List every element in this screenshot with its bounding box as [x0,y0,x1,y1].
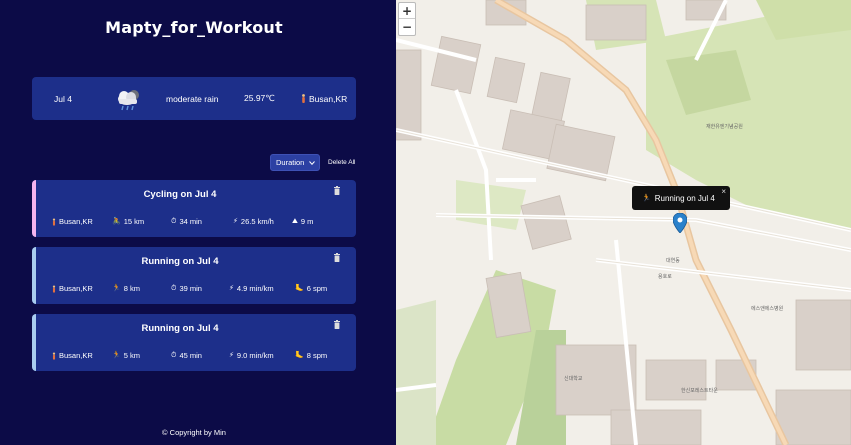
weather-card: Jul 4 moderate rain 25.97℃ Busan,KR [32,77,356,120]
workout-card[interactable]: Running on Jul 4 Busan,KR 🏃 5 km ⏱ 45 mi… [32,314,356,371]
stat-location-value: Busan,KR [59,284,93,293]
stat-cadence: 🦶 6 spm [295,284,327,293]
app-title: Mapty_for_Workout [105,18,283,37]
footprint-icon: 🦶 [295,352,304,359]
popup-text: Running on Jul 4 [654,193,715,203]
map-label-apartment: 한신포레스트타운 [681,387,718,394]
trash-icon[interactable] [333,186,341,195]
footprint-icon: 🦶 [295,285,304,292]
stat-pace-value: 9.0 min/km [236,351,274,360]
runner-icon: 🏃 [112,285,121,292]
stat-location: Busan,KR [52,284,93,293]
runner-icon: 🏃 [642,195,651,202]
workout-title: Cycling on Jul 4 [143,189,217,200]
sort-select[interactable]: Duration [270,154,320,171]
stat-distance: 🏃 8 km [112,284,140,293]
sort-select-value: Duration [276,158,305,167]
weather-date: Jul 4 [54,93,72,104]
person-icon [52,351,56,360]
workout-popup: 🏃 Running on Jul 4 × [632,186,730,210]
workout-title: Running on Jul 4 [141,256,219,267]
map-label-hospital: 에스앤에스병원 [751,305,784,312]
workout-stats: Busan,KR 🚴 15 km ⏱ 34 min ⚡ 26.5 km/h ⛰ … [52,217,352,229]
workout-card[interactable]: Cycling on Jul 4 Busan,KR 🚴 15 km ⏱ 34 m… [32,180,356,237]
stat-duration: ⏱ 39 min [171,284,202,293]
map-label-yongho: 용호로 [658,274,672,280]
stat-elevation: ⛰ 9 m [292,217,313,226]
map-tiles[interactable]: 재한유엔기념공원 대연동 용호로 에스앤에스병원 신대학교 한신포레스트타운 [396,0,851,445]
stat-distance: 🏃 5 km [112,351,140,360]
trash-icon[interactable] [333,320,341,329]
weather-temperature: 25.97℃ [244,93,275,103]
stat-distance-value: 5 km [123,351,140,360]
stopwatch-icon: ⏱ [171,352,177,359]
weather-location-text: Busan,KR [309,93,348,104]
stat-pace: ⚡ 9.0 min/km [229,351,274,360]
rain-cloud-icon [118,90,139,111]
runner-icon: 🏃 [112,352,121,359]
stat-pace-value: 4.9 min/km [236,284,274,293]
stat-duration-value: 45 min [179,351,202,360]
sidebar: Mapty_for_Workout Jul 4 moderate rain 25… [0,0,396,445]
stopwatch-icon: ⏱ [171,285,177,292]
stat-elevation-value: 9 m [300,217,314,226]
workout-stats: Busan,KR 🏃 8 km ⏱ 39 min ⚡ 4.9 min/km 🦶 … [52,284,352,296]
popup-close-button[interactable]: × [721,187,726,196]
delete-all-button[interactable]: Delete All [328,159,355,166]
chevron-down-icon [309,160,315,165]
workout-stats: Busan,KR 🏃 5 km ⏱ 45 min ⚡ 9.0 min/km 🦶 … [52,351,352,363]
stat-distance: 🚴 15 km [112,217,144,226]
workout-title: Running on Jul 4 [141,323,219,334]
stat-cadence: 🦶 8 spm [295,351,327,360]
footer-copyright: © Copyright by Min [162,428,226,437]
stat-location-value: Busan,KR [59,217,93,226]
mountain-icon: ⛰ [292,218,298,225]
stopwatch-icon: ⏱ [171,218,177,225]
person-icon [52,284,56,293]
stat-duration: ⏱ 34 min [171,217,202,226]
workout-controls: Duration Delete All [270,154,355,171]
map-label-memorial: 재한유엔기념공원 [706,123,743,130]
stat-distance-value: 8 km [123,284,140,293]
stat-location: Busan,KR [52,351,93,360]
lightning-icon: ⚡ [233,218,238,225]
map-label-school: 신대학교 [564,375,583,382]
stat-duration-value: 34 min [179,217,202,226]
map-zoom-control: + − [398,2,416,36]
person-icon [52,217,56,226]
cyclist-icon: 🚴 [112,218,121,225]
stat-location: Busan,KR [52,217,93,226]
weather-location: Busan,KR [301,94,347,104]
map-label-daeyeon: 대연동 [666,257,680,264]
stat-speed: ⚡ 26.5 km/h [233,217,274,226]
stat-speed-value: 26.5 km/h [240,217,274,226]
zoom-in-button[interactable]: + [399,3,415,19]
lightning-icon: ⚡ [229,352,234,359]
stat-duration-value: 39 min [179,284,202,293]
stat-cadence-value: 8 spm [306,351,328,360]
trash-icon[interactable] [333,253,341,262]
workout-card[interactable]: Running on Jul 4 Busan,KR 🏃 8 km ⏱ 39 mi… [32,247,356,304]
map-marker-icon[interactable] [673,213,687,233]
weather-description: moderate rain [166,93,219,104]
zoom-out-button[interactable]: − [399,19,415,35]
map[interactable]: 재한유엔기념공원 대연동 용호로 에스앤에스병원 신대학교 한신포레스트타운 +… [396,0,851,445]
stat-pace: ⚡ 4.9 min/km [229,284,274,293]
stat-distance-value: 15 km [123,217,145,226]
stat-location-value: Busan,KR [59,351,93,360]
person-icon [302,94,305,103]
lightning-icon: ⚡ [229,285,234,292]
stat-duration: ⏱ 45 min [171,351,202,360]
stat-cadence-value: 6 spm [306,284,328,293]
